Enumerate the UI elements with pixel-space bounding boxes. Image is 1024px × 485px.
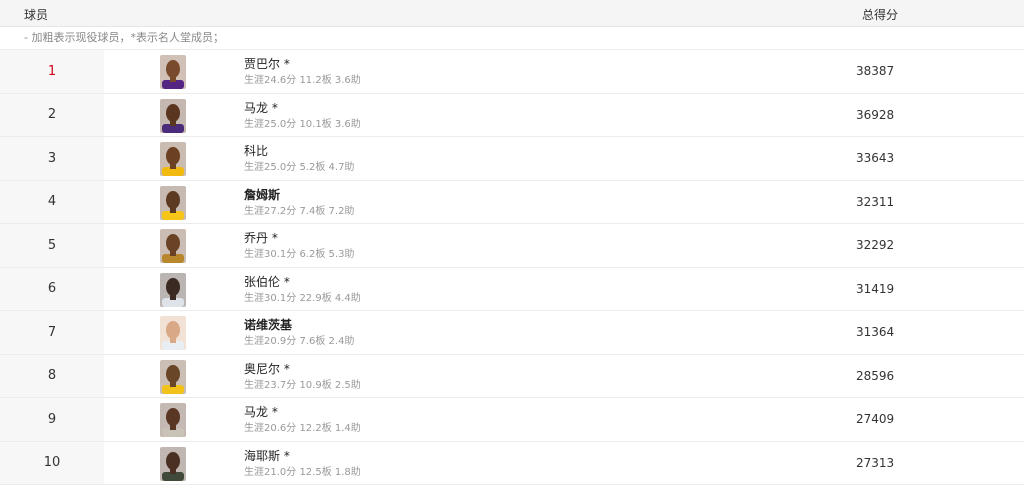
player-name[interactable]: 贾巴尔 * (244, 56, 361, 72)
player-name[interactable]: 海耶斯 * (244, 448, 361, 464)
player-avatar[interactable] (160, 447, 186, 481)
player-avatar[interactable] (160, 403, 186, 437)
total-points: 27313 (856, 442, 894, 485)
table-row[interactable]: 5 乔丹 * 生涯30.1分 6.2板 5.3助 32292 (0, 224, 1024, 268)
career-stats: 生涯30.1分 6.2板 5.3助 (244, 247, 354, 263)
career-stats: 生涯23.7分 10.9板 2.5助 (244, 378, 361, 394)
total-points: 33643 (856, 137, 894, 180)
legend-note: - 加粗表示现役球员，*表示名人堂成员； (0, 27, 1024, 50)
player-name[interactable]: 乔丹 * (244, 230, 354, 246)
table-row[interactable]: 6 张伯伦 * 生涯30.1分 22.9板 4.4助 31419 (0, 268, 1024, 312)
total-points: 32292 (856, 224, 894, 267)
table-row[interactable]: 9 马龙 * 生涯20.6分 12.2板 1.4助 27409 (0, 398, 1024, 442)
total-points: 31364 (856, 311, 894, 354)
total-points: 27409 (856, 398, 894, 441)
table-header: 球员 总得分 (0, 0, 1024, 27)
rank-number: 9 (0, 398, 104, 441)
total-points: 32311 (856, 181, 894, 224)
rank-number: 3 (0, 137, 104, 180)
player-avatar[interactable] (160, 273, 186, 307)
player-list: 1 贾巴尔 * 生涯24.6分 11.2板 3.6助 38387 2 马 (0, 50, 1024, 485)
player-avatar[interactable] (160, 99, 186, 133)
career-stats: 生涯24.6分 11.2板 3.6助 (244, 73, 361, 89)
player-name[interactable]: 詹姆斯 (244, 187, 354, 203)
player-avatar[interactable] (160, 55, 186, 89)
total-points: 38387 (856, 50, 894, 93)
table-row[interactable]: 4 詹姆斯 生涯27.2分 7.4板 7.2助 32311 (0, 181, 1024, 225)
player-name[interactable]: 马龙 * (244, 100, 361, 116)
rank-number: 6 (0, 268, 104, 311)
table-row[interactable]: 7 诺维茨基 生涯20.9分 7.6板 2.4助 31364 (0, 311, 1024, 355)
table-row[interactable]: 3 科比 生涯25.0分 5.2板 4.7助 33643 (0, 137, 1024, 181)
rank-number: 8 (0, 355, 104, 398)
table-row[interactable]: 2 马龙 * 生涯25.0分 10.1板 3.6助 36928 (0, 94, 1024, 138)
total-points: 31419 (856, 268, 894, 311)
table-row[interactable]: 10 海耶斯 * 生涯21.0分 12.5板 1.8助 27313 (0, 442, 1024, 485)
career-stats: 生涯20.9分 7.6板 2.4助 (244, 334, 354, 350)
player-avatar[interactable] (160, 142, 186, 176)
table-row[interactable]: 8 奥尼尔 * 生涯23.7分 10.9板 2.5助 28596 (0, 355, 1024, 399)
rank-number: 7 (0, 311, 104, 354)
career-stats: 生涯21.0分 12.5板 1.8助 (244, 465, 361, 481)
player-name[interactable]: 科比 (244, 143, 354, 159)
career-stats: 生涯25.0分 5.2板 4.7助 (244, 160, 354, 176)
table-row[interactable]: 1 贾巴尔 * 生涯24.6分 11.2板 3.6助 38387 (0, 50, 1024, 94)
career-stats: 生涯30.1分 22.9板 4.4助 (244, 291, 361, 307)
career-stats: 生涯25.0分 10.1板 3.6助 (244, 117, 361, 133)
rank-number: 5 (0, 224, 104, 267)
career-stats: 生涯27.2分 7.4板 7.2助 (244, 204, 354, 220)
rank-number: 10 (0, 442, 104, 485)
player-name[interactable]: 张伯伦 * (244, 274, 361, 290)
total-points: 36928 (856, 94, 894, 137)
player-column-header[interactable]: 球员 (24, 6, 48, 23)
player-name[interactable]: 马龙 * (244, 404, 361, 420)
career-stats: 生涯20.6分 12.2板 1.4助 (244, 421, 361, 437)
player-name[interactable]: 奥尼尔 * (244, 361, 361, 377)
player-avatar[interactable] (160, 316, 186, 350)
rank-number: 1 (0, 50, 104, 93)
player-avatar[interactable] (160, 186, 186, 220)
player-avatar[interactable] (160, 229, 186, 263)
total-points: 28596 (856, 355, 894, 398)
rank-number: 2 (0, 94, 104, 137)
rank-number: 4 (0, 181, 104, 224)
points-column-header[interactable]: 总得分 (862, 6, 898, 23)
player-name[interactable]: 诺维茨基 (244, 317, 354, 333)
player-avatar[interactable] (160, 360, 186, 394)
